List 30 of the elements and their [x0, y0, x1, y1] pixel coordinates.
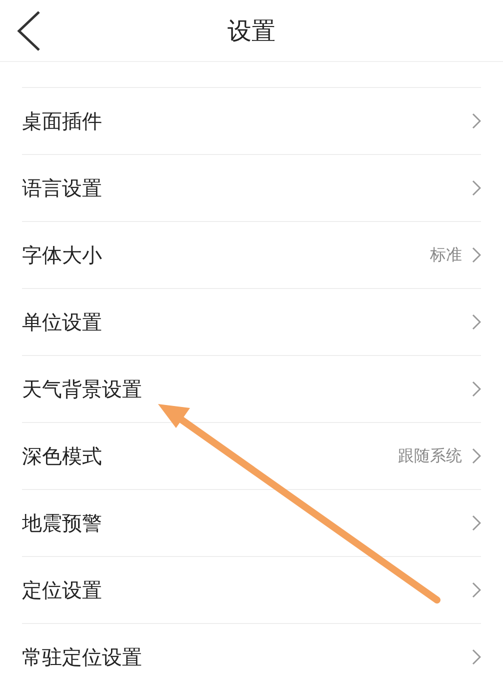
- settings-row[interactable]: 地震预警: [22, 490, 481, 557]
- settings-row[interactable]: 语言设置: [22, 155, 481, 222]
- chevron-icon: [472, 515, 481, 531]
- chevron-icon: [472, 582, 481, 598]
- row-value: 跟随系统: [398, 445, 462, 467]
- chevron-icon: [472, 180, 481, 196]
- settings-row[interactable]: 单位设置: [22, 289, 481, 356]
- chevron-icon: [472, 314, 481, 330]
- row-label: 单位设置: [22, 309, 103, 336]
- chevron-icon: [472, 649, 481, 665]
- back-icon[interactable]: [16, 10, 42, 52]
- settings-row[interactable]: 深色模式 跟随系统: [22, 423, 481, 490]
- chevron-icon: [472, 113, 481, 129]
- chevron-icon: [472, 381, 481, 397]
- row-label: 语言设置: [22, 175, 103, 202]
- settings-row[interactable]: 桌面插件: [22, 88, 481, 155]
- row-label: 桌面插件: [22, 108, 103, 135]
- settings-row[interactable]: 定位设置: [22, 557, 481, 624]
- row-label: 定位设置: [22, 577, 103, 604]
- row-label: 深色模式: [22, 443, 103, 470]
- row-label: 字体大小: [22, 242, 103, 269]
- row-label: 天气背景设置: [22, 376, 143, 403]
- settings-row[interactable]: 字体大小 标准: [22, 222, 481, 289]
- row-value: 标准: [430, 244, 462, 266]
- settings-row[interactable]: 常驻定位设置: [22, 624, 481, 680]
- row-label: 常驻定位设置: [22, 644, 143, 671]
- page-title: 设置: [228, 16, 276, 46]
- chevron-icon: [472, 448, 481, 464]
- row-label: 地震预警: [22, 510, 103, 537]
- chevron-icon: [472, 247, 481, 263]
